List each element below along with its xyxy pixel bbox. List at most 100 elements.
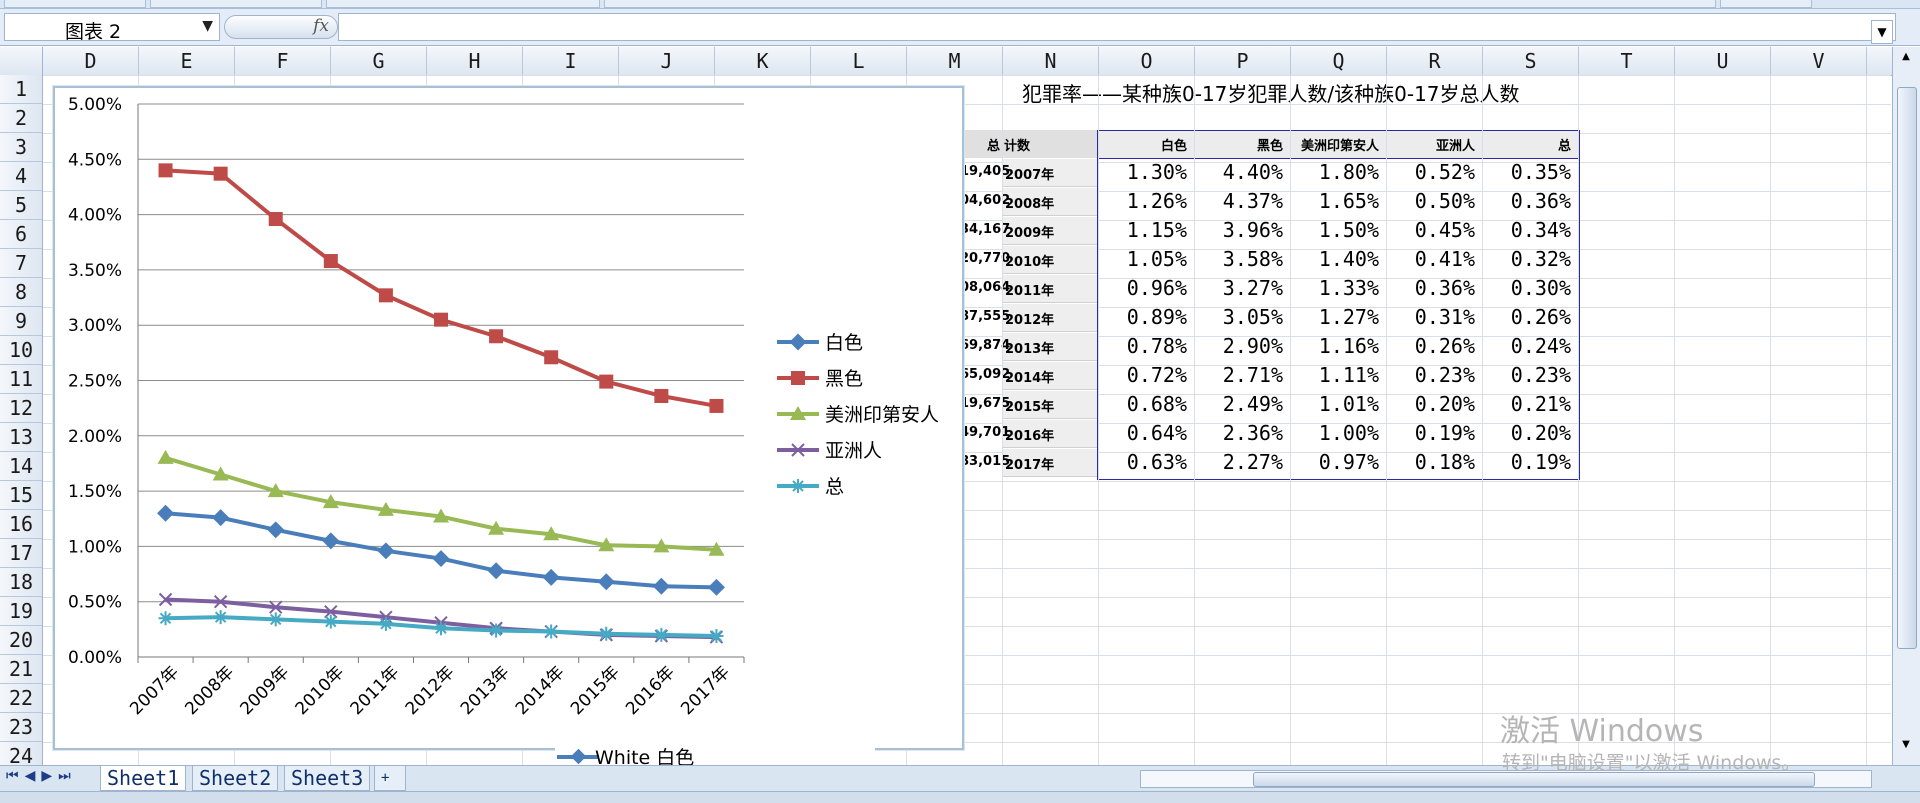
count-table: 总计数 19,405 2007年 04,602 2008年 34,167 2009年 20,7… [960,130,1097,478]
row-header-19[interactable]: 19 [0,597,42,626]
scrollbar-thumb[interactable] [1897,87,1917,649]
data-point [654,627,669,642]
column-header-e[interactable]: E [139,47,235,75]
row-header-9[interactable]: 9 [0,307,42,336]
name-box[interactable]: 图表 2 ▼ [4,13,220,43]
expand-formula-bar-icon[interactable]: ▼ [1871,20,1893,44]
y-tick-label: 5.00% [68,95,122,115]
year-cell: 2011年 [1005,284,1055,299]
row-header-18[interactable]: 18 [0,568,42,597]
data-point [652,577,670,595]
column-header-j[interactable]: J [619,47,715,75]
row-header-16[interactable]: 16 [0,510,42,539]
column-header-r[interactable]: R [1387,47,1483,75]
sheet-nav-icons[interactable]: ⏮◀▶⏭ [6,768,77,784]
gridline [1194,75,1195,765]
formula-bar: 图表 2 ▼ fx ▼ [0,9,1920,46]
row-header-15[interactable]: 15 [0,481,42,510]
data-point [709,398,724,413]
tab-sheet1[interactable]: Sheet1 [100,766,187,791]
gridline [1002,75,1003,765]
activation-watermark-title: 激活 Windows [1500,714,1704,749]
row-header-2[interactable]: 2 [0,104,42,133]
activation-watermark-subtitle: 转到"电脑设置"以激活 Windows。 [1502,752,1801,774]
row-header-10[interactable]: 10 [0,336,42,365]
line-chart[interactable]: 0.00% 0.50% 1.00% 1.50% 2.00% 2.50% 3.00% 3.50%… [53,86,964,750]
row-header-4[interactable]: 4 [0,162,42,191]
row-header-17[interactable]: 17 [0,539,42,568]
data-point [268,212,283,227]
ribbon-tab[interactable] [1720,0,1812,8]
data-point [213,166,228,181]
row-header-3[interactable]: 3 [0,133,42,162]
tab-sheet2[interactable]: Sheet2 [192,766,279,791]
column-header-k[interactable]: K [715,47,811,75]
year-cell: 2007年 [1005,168,1055,183]
scroll-down-icon[interactable]: ▼ [1897,739,1915,755]
data-point [654,388,669,403]
x-tick-label: 2013年 [457,662,514,719]
row-header-8[interactable]: 8 [0,278,42,307]
column-header-t[interactable]: T [1579,47,1675,75]
row-header-21[interactable]: 21 [0,655,42,684]
column-header-q[interactable]: Q [1291,47,1387,75]
y-tick-label: 1.50% [68,482,122,502]
add-sheet-icon[interactable]: + [374,766,406,791]
row-header-14[interactable]: 14 [0,452,42,481]
total-count-cell: 04,602 [960,193,1011,208]
column-header-d[interactable]: D [43,47,139,75]
vertical-scrollbar[interactable]: ▲ ▼ [1892,47,1920,765]
row-header-13[interactable]: 13 [0,423,42,452]
legend-marker [791,479,805,493]
column-header-p[interactable]: P [1195,47,1291,75]
column-header-h[interactable]: H [427,47,523,75]
data-point [599,626,614,641]
insert-function-button[interactable]: fx [224,15,338,39]
scroll-up-icon[interactable]: ▲ [1897,51,1915,67]
column-header-l[interactable]: L [811,47,907,75]
year-cell: 2015年 [1005,400,1055,415]
y-tick-label: 2.50% [68,372,122,392]
column-header-v[interactable]: V [1771,47,1867,75]
column-header-s[interactable]: S [1483,47,1579,75]
tab-sheet3[interactable]: Sheet3 [284,766,371,791]
data-point [157,504,175,522]
year-cell: 2012年 [1005,313,1055,328]
ribbon-tab[interactable] [150,0,322,8]
row-header-11[interactable]: 11 [0,365,42,394]
y-tick-label: 2.00% [68,427,122,447]
column-header-i[interactable]: I [523,47,619,75]
select-all-corner[interactable] [0,47,43,75]
row-header-1[interactable]: 1 [0,75,42,104]
row-header-20[interactable]: 20 [0,626,42,655]
column-header-o[interactable]: O [1099,47,1195,75]
column-header-g[interactable]: G [331,47,427,75]
row-header-7[interactable]: 7 [0,249,42,278]
ribbon-tab[interactable] [604,0,1716,8]
series-line [164,456,717,552]
x-tick-label: 2011年 [347,662,404,719]
ribbon-tab[interactable] [4,0,146,8]
row-header-23[interactable]: 23 [0,713,42,742]
data-point [599,374,614,389]
total-count-cell: 08,064 [960,280,1011,295]
column-header-u[interactable]: U [1675,47,1771,75]
column-header-n[interactable]: N [1003,47,1099,75]
gridline [1866,75,1867,765]
row-header-5[interactable]: 5 [0,191,42,220]
legend-label: 总 [825,476,844,498]
column-header-f[interactable]: F [235,47,331,75]
row-header-12[interactable]: 12 [0,394,42,423]
gridline [1098,75,1099,765]
chevron-down-icon[interactable]: ▼ [202,18,213,34]
total-count-cell: 83,015 [960,454,1011,469]
column-header-m[interactable]: M [907,47,1003,75]
year-cell: 2016年 [1005,429,1055,444]
x-tick-label: 2009年 [237,662,294,719]
formula-input[interactable]: ▼ [338,13,1896,44]
row-header-6[interactable]: 6 [0,220,42,249]
row-header-22[interactable]: 22 [0,684,42,713]
total-count-cell: 69,874 [960,338,1011,353]
x-tick-label: 2012年 [402,662,459,719]
ribbon-tab[interactable] [326,0,600,8]
